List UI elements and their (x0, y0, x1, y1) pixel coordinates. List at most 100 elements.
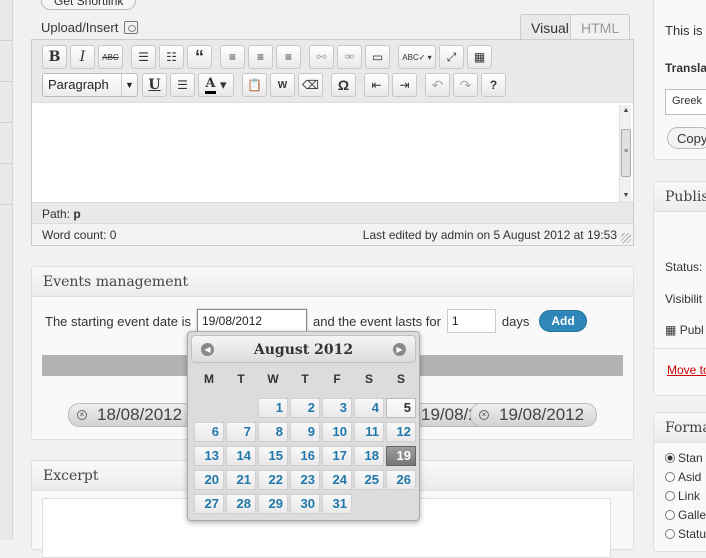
calendar-day[interactable]: 25 (354, 470, 384, 490)
calendar-day[interactable]: 9 (290, 422, 320, 442)
calendar-day[interactable]: 20 (194, 470, 224, 490)
remove-date-icon[interactable]: × (479, 410, 489, 420)
bold-button[interactable]: B (42, 45, 67, 69)
days-label: days (501, 313, 530, 329)
format-option[interactable]: Asid (665, 470, 701, 484)
events-management-title[interactable]: Events management (32, 267, 633, 297)
calendar-day[interactable]: 18 (354, 446, 384, 466)
scroll-thumb[interactable]: ≡ (621, 129, 631, 177)
bullet-list-button[interactable]: ☰ (131, 45, 156, 69)
italic-button[interactable]: I (70, 45, 95, 69)
spellcheck-button[interactable]: ABC✓ ▾ (398, 45, 436, 69)
publish-title[interactable]: Publis (654, 182, 706, 212)
calendar-day[interactable]: 7 (226, 422, 256, 442)
calendar-day[interactable]: 19 (386, 446, 416, 466)
format-option[interactable]: Galle (665, 508, 706, 522)
calendar-day[interactable]: 5 (386, 398, 416, 418)
calendar-day[interactable]: 17 (322, 446, 352, 466)
undo-button[interactable]: ↶ (425, 73, 450, 97)
add-media-icon[interactable] (124, 21, 139, 34)
calendar-day[interactable]: 30 (290, 494, 320, 514)
redo-button[interactable]: ↷ (453, 73, 478, 97)
translation-info-text: This is (665, 23, 703, 38)
link-button[interactable]: ⚯ (309, 45, 334, 69)
calendar-day[interactable]: 3 (322, 398, 352, 418)
unlink-icon: ⚮ (344, 50, 355, 64)
move-to-trash-link[interactable]: Move to (654, 348, 706, 377)
format-select[interactable]: Paragraph ▼ (42, 73, 138, 97)
duration-input[interactable] (446, 309, 496, 333)
calendar-day[interactable]: 6 (194, 422, 224, 442)
calendar-day[interactable]: 11 (354, 422, 384, 442)
scroll-up-icon[interactable]: ▲ (620, 105, 632, 117)
align-right-button[interactable]: ≡ (276, 45, 301, 69)
outdent-button[interactable]: ⇤ (364, 73, 389, 97)
unlink-button[interactable]: ⚮ (337, 45, 362, 69)
calendar-day[interactable]: 2 (290, 398, 320, 418)
path-value[interactable]: p (73, 207, 80, 221)
start-date-input[interactable] (196, 309, 307, 333)
calendar-day[interactable]: 8 (258, 422, 288, 442)
copy-button[interactable]: Copy (667, 127, 706, 149)
calendar-day[interactable]: 29 (258, 494, 288, 514)
scroll-down-icon[interactable]: ▼ (620, 190, 632, 202)
underline-button[interactable]: U (142, 73, 167, 97)
calendar-day[interactable]: 13 (194, 446, 224, 466)
calendar-day[interactable]: 31 (322, 494, 352, 514)
calendar-day[interactable]: 22 (258, 470, 288, 490)
kitchen-sink-button[interactable]: ▦ (467, 45, 492, 69)
tab-html[interactable]: HTML (570, 14, 631, 40)
calendar-day[interactable]: 27 (194, 494, 224, 514)
paste-text-icon: 📋 (247, 78, 262, 92)
calendar-day[interactable]: 10 (322, 422, 352, 442)
insert-more-button[interactable]: ▭ (365, 45, 390, 69)
align-center-button[interactable]: ≡ (248, 45, 273, 69)
admin-menu-edge (0, 0, 13, 540)
strikethrough-button[interactable]: ABC (98, 45, 123, 69)
publish-status: Status: (665, 260, 703, 274)
format-title[interactable]: Forma (654, 413, 706, 443)
next-month-icon[interactable]: ▶ (393, 343, 406, 356)
calendar-day[interactable]: 14 (226, 446, 256, 466)
upload-insert[interactable]: Upload/Insert (41, 20, 139, 35)
radio-button[interactable] (665, 472, 675, 482)
fullscreen-button[interactable]: ⤢ (439, 45, 464, 69)
radio-button[interactable] (665, 453, 675, 463)
numbered-list-button[interactable]: ☷ (159, 45, 184, 69)
remove-date-icon[interactable]: × (77, 410, 87, 420)
get-shortlink-button[interactable]: Get Shortlink (41, 0, 137, 10)
editor-scrollbar[interactable]: ▲ ≡ ▼ (619, 105, 631, 202)
text-color-button[interactable]: A ▾ (198, 73, 234, 97)
paste-text-button[interactable]: 📋 (242, 73, 267, 97)
remove-format-button[interactable]: ⌫ (298, 73, 323, 97)
calendar-day[interactable]: 28 (226, 494, 256, 514)
format-option[interactable]: Statu (665, 527, 706, 541)
add-button[interactable]: Add (539, 310, 587, 332)
radio-button[interactable] (665, 491, 675, 501)
special-character-button[interactable]: Ω (331, 73, 356, 97)
calendar-day[interactable]: 24 (322, 470, 352, 490)
calendar-day[interactable]: 16 (290, 446, 320, 466)
calendar-day[interactable]: 12 (386, 422, 416, 442)
calendar-day[interactable]: 23 (290, 470, 320, 490)
radio-button[interactable] (665, 510, 675, 520)
resize-grip-icon[interactable] (621, 233, 631, 243)
format-option-label: Statu (678, 527, 706, 541)
editor-content-area[interactable]: ▲ ≡ ▼ (32, 102, 633, 203)
blockquote-button[interactable]: “ (187, 45, 212, 69)
help-button[interactable]: ? (481, 73, 506, 97)
align-left-button[interactable]: ≡ (220, 45, 245, 69)
calendar-day[interactable]: 15 (258, 446, 288, 466)
justify-button[interactable]: ☰ (170, 73, 195, 97)
calendar-day[interactable]: 21 (226, 470, 256, 490)
calendar-day[interactable]: 26 (386, 470, 416, 490)
calendar-day[interactable]: 1 (258, 398, 288, 418)
paste-word-button[interactable]: W (270, 73, 295, 97)
format-option[interactable]: Stan (665, 451, 703, 465)
calendar-icon: ▦ (665, 323, 677, 337)
radio-button[interactable] (665, 529, 675, 539)
language-field[interactable]: Greek (665, 89, 706, 115)
indent-button[interactable]: ⇥ (392, 73, 417, 97)
format-option[interactable]: Link (665, 489, 700, 503)
calendar-day[interactable]: 4 (354, 398, 384, 418)
